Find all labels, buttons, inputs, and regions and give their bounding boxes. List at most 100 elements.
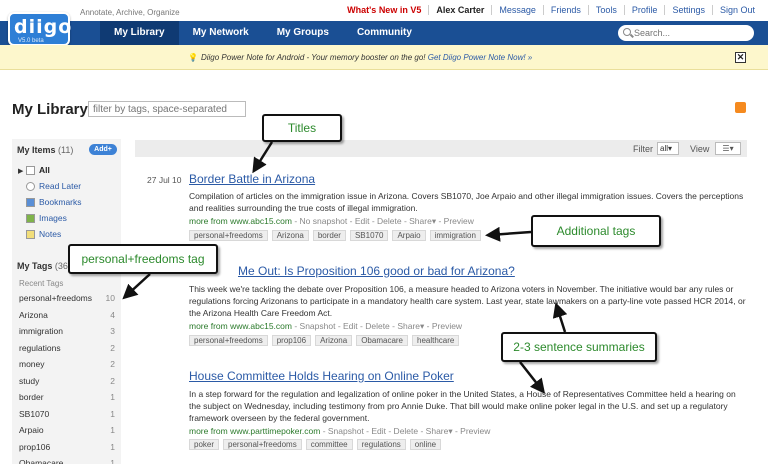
tag-chip[interactable]: regulations <box>356 439 406 450</box>
settings-link[interactable]: Settings <box>664 5 712 15</box>
item-title[interactable]: Me Out: Is Proposition 106 good or bad f… <box>238 264 515 278</box>
item-meta: more from www.abc15.com - No snapshot - … <box>189 216 474 227</box>
sidebar-tag-name: immigration <box>19 326 63 336</box>
rss-icon[interactable] <box>735 102 746 113</box>
item-tags: poker personal+freedoms committee regula… <box>189 439 442 450</box>
whats-new-link[interactable]: What's New in V5 <box>340 5 428 15</box>
tag-chip[interactable]: poker <box>189 439 220 450</box>
sidebar-item-read-later[interactable]: Read Later <box>26 181 81 191</box>
sidebar: My Items (11) Add+ ▶ All Read Later Book… <box>12 139 121 464</box>
item-title[interactable]: House Committee Holds Hearing on Online … <box>189 369 454 383</box>
sidebar-item-images[interactable]: Images <box>26 213 67 223</box>
tools-link[interactable]: Tools <box>587 5 624 15</box>
my-tags-heading[interactable]: My Tags (36 <box>17 261 68 271</box>
item-meta: more from www.abc15.com - Snapshot - Edi… <box>189 321 462 332</box>
logo-text: diigo <box>14 16 73 38</box>
filter-label: Filter <box>633 144 653 154</box>
clock-icon <box>26 181 35 191</box>
sidebar-tag-row[interactable]: prop106 1 <box>19 442 115 452</box>
add-button[interactable]: Add+ <box>89 144 117 155</box>
tab-my-library[interactable]: My Library <box>100 21 179 45</box>
tab-my-groups[interactable]: My Groups <box>263 21 343 45</box>
sidebar-tag-row[interactable]: immigration 3 <box>19 326 115 336</box>
tab-community[interactable]: Community <box>343 21 426 45</box>
tag-chip[interactable]: Arizona <box>271 230 309 241</box>
lightbulb-icon: 💡 <box>188 53 198 62</box>
view-select[interactable]: ☰▾ <box>715 142 741 155</box>
search-box[interactable] <box>618 25 754 41</box>
sidebar-item-bookmarks[interactable]: Bookmarks <box>26 197 82 207</box>
tag-chip[interactable]: personal+freedoms <box>189 230 268 241</box>
item-actions[interactable]: - No snapshot - Edit - Delete - Share▾ -… <box>292 216 474 226</box>
promo-message: Diigo Power Note for Android - Your memo… <box>200 53 428 62</box>
sidebar-tag-count: 2 <box>110 342 115 353</box>
tag-chip[interactable]: personal+freedoms <box>189 335 268 346</box>
sidebar-tag-row[interactable]: study 2 <box>19 376 115 386</box>
tag-chip[interactable]: healthcare <box>412 335 460 346</box>
arrow-to-tags <box>485 226 532 242</box>
sidebar-tag-row[interactable]: Arpaio 1 <box>19 425 115 435</box>
page-icon <box>26 165 35 175</box>
tag-chip[interactable]: online <box>409 439 442 450</box>
promo-link[interactable]: Get Diigo Power Note Now! » <box>428 53 533 62</box>
tag-chip[interactable]: Obamacare <box>356 335 408 346</box>
tag-chip[interactable]: prop106 <box>271 335 312 346</box>
user-name-link[interactable]: Alex Carter <box>428 5 491 15</box>
callout-additional-tags: Additional tags <box>531 215 661 247</box>
sidebar-tag-count: 10 <box>105 293 115 303</box>
sidebar-tag-name: Arizona <box>19 309 48 320</box>
tag-chip[interactable]: Arizona <box>315 335 353 346</box>
sidebar-tag-count: 2 <box>110 375 115 386</box>
diigo-logo[interactable]: diigo V5.0 beta <box>8 12 73 46</box>
tag-chip[interactable]: SB1070 <box>349 230 389 241</box>
sidebar-tag-count: 4 <box>110 309 115 320</box>
sidebar-tag-count: 2 <box>110 359 115 369</box>
sidebar-tag-row[interactable]: SB1070 1 <box>19 409 115 419</box>
sidebar-tag-name: study <box>19 375 40 386</box>
arrow-to-sidebar-tag <box>122 273 151 300</box>
top-links: What's New in V5 Alex Carter Message Fri… <box>340 5 762 15</box>
sign-out-link[interactable]: Sign Out <box>711 5 762 15</box>
sidebar-tag-row[interactable]: border 1 <box>19 392 115 402</box>
sidebar-item-all[interactable]: All <box>26 165 50 175</box>
callout-summaries: 2-3 sentence summaries <box>501 332 657 362</box>
search-input[interactable] <box>634 26 746 40</box>
recent-tags-label: Recent Tags <box>19 279 64 288</box>
sidebar-tag-row[interactable]: money 2 <box>19 359 115 369</box>
sidebar-tag-row[interactable]: regulations 2 <box>19 343 115 353</box>
friends-link[interactable]: Friends <box>542 5 588 15</box>
close-icon[interactable]: ✕ <box>735 52 746 63</box>
sidebar-item-notes[interactable]: Notes <box>26 229 61 239</box>
item-title[interactable]: Border Battle in Arizona <box>189 172 315 186</box>
source-link[interactable]: more from www.abc15.com <box>189 216 292 226</box>
sidebar-tag-row[interactable]: personal+freedoms 10 <box>19 293 115 303</box>
sidebar-tag-count: 1 <box>110 425 115 435</box>
source-link[interactable]: more from www.parttimepoker.com <box>189 426 320 436</box>
sidebar-tag-row[interactable]: Obamacare 1 <box>19 458 115 464</box>
message-link[interactable]: Message <box>491 5 543 15</box>
profile-link[interactable]: Profile <box>623 5 665 15</box>
tag-chip[interactable]: committee <box>305 439 353 450</box>
promo-banner: 💡 Diigo Power Note for Android - Your mem… <box>0 45 768 70</box>
sidebar-tag-row[interactable]: Arizona 4 <box>19 310 115 320</box>
sidebar-tag-count: 3 <box>110 326 115 336</box>
tag-chip[interactable]: personal+freedoms <box>223 439 302 450</box>
sidebar-tag-name: border <box>19 392 44 402</box>
logo-version: V5.0 beta <box>18 38 44 44</box>
my-items-heading[interactable]: My Items (11) <box>17 145 73 155</box>
sidebar-tag-name: personal+freedoms <box>19 293 93 303</box>
tag-filter-input[interactable] <box>88 101 246 117</box>
tag-chip[interactable]: border <box>312 230 346 241</box>
tag-chip[interactable]: immigration <box>429 230 481 241</box>
tag-chip[interactable]: Arpaio <box>392 230 426 241</box>
tab-my-network[interactable]: My Network <box>179 21 263 45</box>
image-icon <box>26 213 35 223</box>
bookmark-icon <box>26 197 35 207</box>
filter-select[interactable]: all▾ <box>657 142 679 155</box>
chevron-right-icon: ▶ <box>18 168 24 175</box>
item-actions[interactable]: - Snapshot - Edit - Delete - Share▾ - Pr… <box>292 321 462 331</box>
sidebar-tag-name: SB1070 <box>19 408 50 419</box>
item-tags: personal+freedoms Arizona border SB1070 … <box>189 230 481 241</box>
source-link[interactable]: more from www.abc15.com <box>189 321 292 331</box>
item-actions[interactable]: - Snapshot - Edit - Delete - Share▾ - Pr… <box>320 426 491 436</box>
